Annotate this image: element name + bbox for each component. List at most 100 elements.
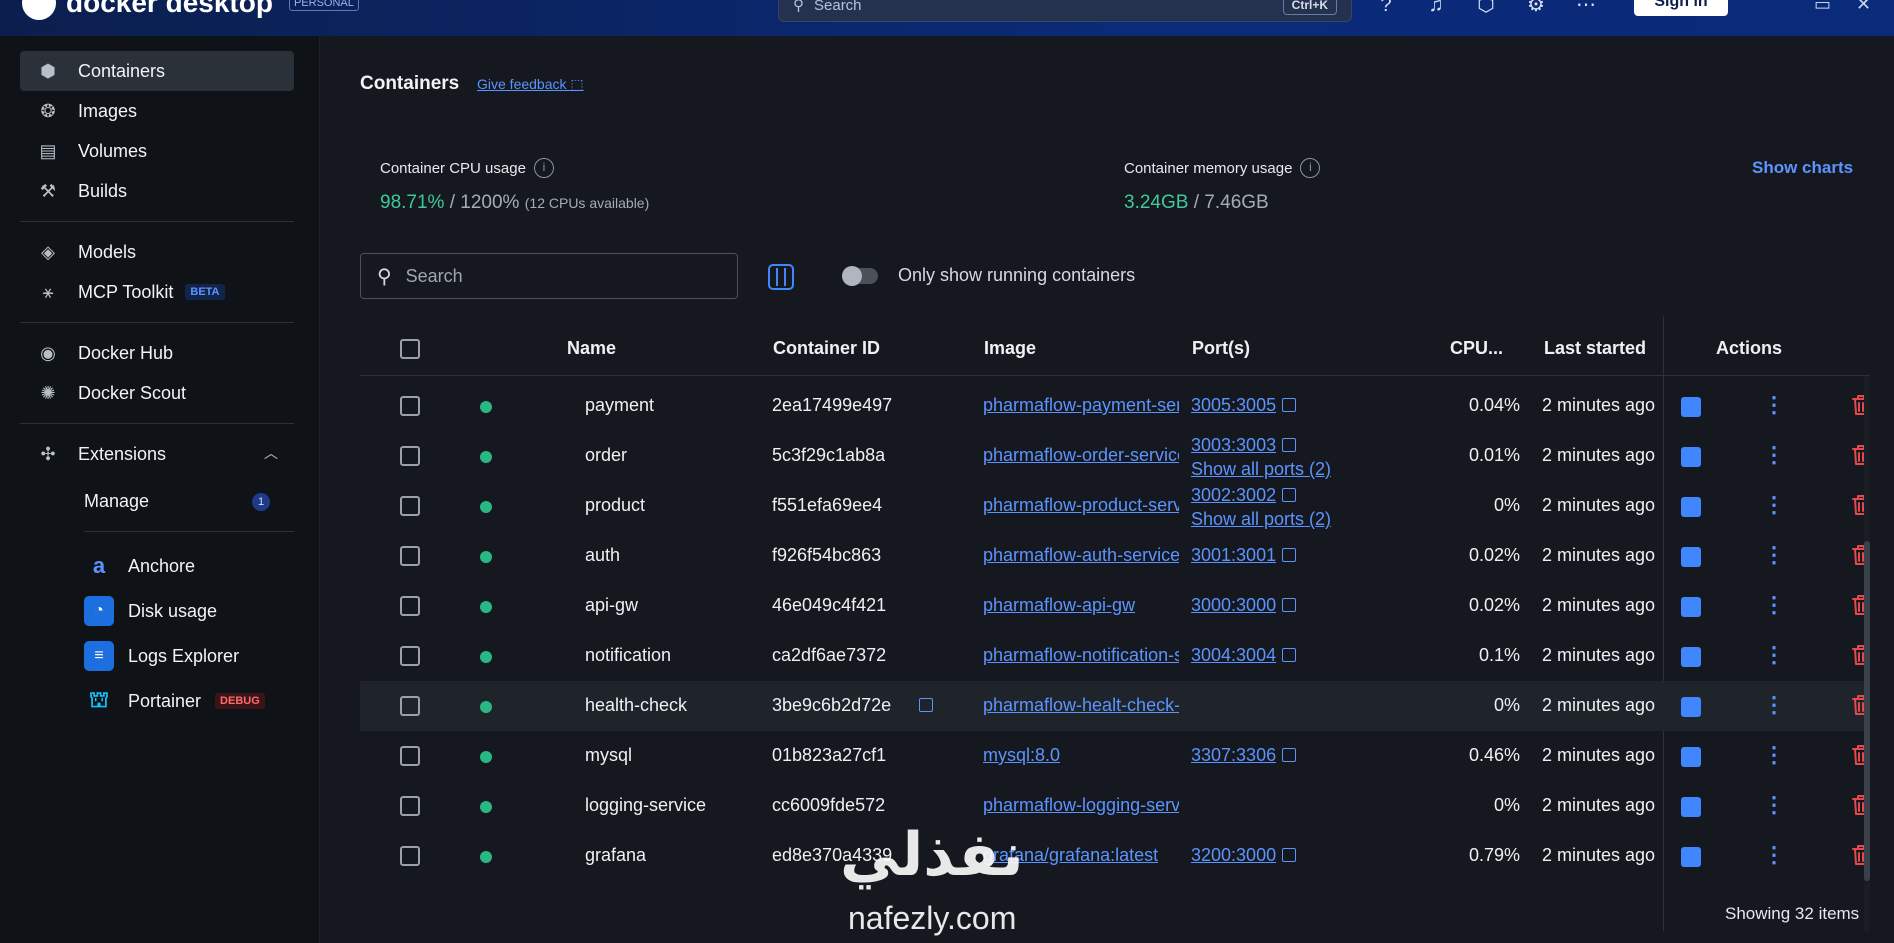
table-row[interactable]: mysql 01b823a27cf1 mysql:8.0 3307:3306 0.46%… [360,731,1870,781]
row-checkbox[interactable] [400,846,420,866]
sidebar-item-builds[interactable]: ⚒ Builds [20,171,294,211]
col-ports[interactable]: Port(s) [1192,338,1250,359]
extension-portainer[interactable]: ⛫ Portainer DEBUG [84,686,265,716]
apps-grid-icon[interactable]: ⋯ [1575,0,1597,16]
sidebar-item-containers[interactable]: ⬢ Containers [20,51,294,91]
more-actions-icon[interactable]: ⋮ [1763,743,1785,767]
container-name[interactable]: mysql [585,745,632,766]
copy-icon[interactable] [919,698,933,712]
chevron-up-icon[interactable]: ︿ [264,443,278,463]
container-name[interactable]: payment [585,395,654,416]
image-link[interactable]: pharmaflow-notification-service [983,645,1179,666]
stop-button[interactable] [1681,397,1701,417]
stop-button[interactable] [1681,847,1701,867]
container-name[interactable]: grafana [585,845,646,866]
port-link[interactable]: 3200:3000 [1191,845,1297,866]
image-link[interactable]: pharmaflow-logging-service [983,795,1179,816]
sidebar-item-images[interactable]: ❂ Images [20,91,294,131]
col-container-id[interactable]: Container ID [773,338,880,359]
row-checkbox[interactable] [400,396,420,416]
table-row[interactable]: notification ca2df6ae7372 pharmaflow-notif… [360,631,1870,681]
more-actions-icon[interactable]: ⋮ [1763,643,1785,667]
running-only-toggle[interactable] [842,266,878,286]
close-icon[interactable]: ✕ [1856,0,1871,15]
container-name[interactable]: logging-service [585,795,706,816]
image-link[interactable]: pharmaflow-healt-check-service [983,695,1179,716]
more-actions-icon[interactable]: ⋮ [1763,493,1785,517]
col-name[interactable]: Name [567,338,616,359]
port-link[interactable]: 3001:3001 [1191,545,1297,566]
sidebar-item-docker-scout[interactable]: ✺ Docker Scout [20,373,294,413]
container-search[interactable]: ⚲ [360,253,738,299]
global-search[interactable]: ⚲ Search Ctrl+K [778,0,1352,22]
container-name[interactable]: product [585,495,645,516]
container-name[interactable]: auth [585,545,620,566]
more-actions-icon[interactable]: ⋮ [1763,593,1785,617]
show-all-ports-link[interactable]: Show all ports (2) [1191,509,1331,530]
port-link[interactable]: 3000:3000 [1191,595,1297,616]
sidebar-item-volumes[interactable]: ▤ Volumes [20,131,294,171]
stop-button[interactable] [1681,497,1701,517]
row-checkbox[interactable] [400,746,420,766]
select-all-checkbox[interactable] [400,339,420,359]
stop-button[interactable] [1681,747,1701,767]
info-icon[interactable]: i [1300,158,1321,178]
image-link[interactable]: mysql:8.0 [983,745,1179,766]
minimize-icon[interactable]: ▭ [1814,0,1831,15]
extensions-manage[interactable]: Manage [84,491,149,512]
columns-toggle-icon[interactable] [768,264,794,290]
more-actions-icon[interactable]: ⋮ [1763,443,1785,467]
more-actions-icon[interactable]: ⋮ [1763,843,1785,867]
scrollbar-thumb[interactable] [1864,541,1870,881]
table-row[interactable]: product f551efa69ee4 pharmaflow-product-se… [360,481,1870,531]
image-link[interactable]: pharmaflow-product-service [983,495,1179,516]
stop-button[interactable] [1681,447,1701,467]
sidebar-item-models[interactable]: ◈ Models [20,232,294,272]
gear-icon[interactable]: ⚙ [1525,0,1547,16]
extension-anchore[interactable]: a Anchore [84,551,195,581]
container-name[interactable]: order [585,445,627,466]
notifications-icon[interactable]: ♫ [1425,0,1447,16]
give-feedback-link[interactable]: Give feedback ⬚ [477,76,584,93]
table-row[interactable]: order 5c3f29c1ab8a pharmaflow-order-servic… [360,431,1870,481]
table-row[interactable]: auth f926f54bc863 pharmaflow-auth-service 3… [360,531,1870,581]
container-name[interactable]: health-check [585,695,687,716]
table-row[interactable]: api-gw 46e049c4f421 pharmaflow-api-gw 3000:… [360,581,1870,631]
port-link[interactable]: 3002:3002 [1191,485,1297,506]
port-link[interactable]: 3307:3306 [1191,745,1297,766]
table-scrollbar[interactable] [1864,376,1870,931]
more-actions-icon[interactable]: ⋮ [1763,793,1785,817]
container-name[interactable]: api-gw [585,595,638,616]
sign-in-button[interactable]: Sign in [1634,0,1728,16]
table-row[interactable]: health-check 3be9c6b2d72e pharmaflow-healt… [360,681,1870,731]
row-checkbox[interactable] [400,796,420,816]
extension-logs-explorer[interactable]: ≡ Logs Explorer [84,641,239,671]
stop-button[interactable] [1681,647,1701,667]
extensions-icon[interactable]: ⬡ [1475,0,1497,16]
show-charts-button[interactable]: Show charts [1752,158,1853,178]
stop-button[interactable] [1681,697,1701,717]
more-actions-icon[interactable]: ⋮ [1763,693,1785,717]
table-row[interactable]: payment 2ea17499e497 pharmaflow-payment-se… [360,381,1870,431]
image-link[interactable]: pharmaflow-api-gw [983,595,1179,616]
container-name[interactable]: notification [585,645,671,666]
row-checkbox[interactable] [400,646,420,666]
col-image[interactable]: Image [984,338,1036,359]
stop-button[interactable] [1681,797,1701,817]
col-last-started[interactable]: Last started [1544,338,1646,359]
sidebar-item-docker-hub[interactable]: ◉ Docker Hub [20,333,294,373]
more-actions-icon[interactable]: ⋮ [1763,543,1785,567]
stop-button[interactable] [1681,597,1701,617]
image-link[interactable]: pharmaflow-payment-service [983,395,1179,416]
col-cpu[interactable]: CPU... [1450,338,1503,359]
sidebar-item-mcp-toolkit[interactable]: ⚹ MCP Toolkit BETA [20,272,294,312]
extension-disk-usage[interactable]: ◔ Disk usage [84,596,217,626]
show-all-ports-link[interactable]: Show all ports (2) [1191,459,1331,480]
search-input[interactable] [405,265,706,287]
row-checkbox[interactable] [400,496,420,516]
image-link[interactable]: pharmaflow-auth-service [983,545,1179,566]
row-checkbox[interactable] [400,596,420,616]
more-actions-icon[interactable]: ⋮ [1763,393,1785,417]
sidebar-item-extensions[interactable]: ✣ Extensions [20,434,294,474]
row-checkbox[interactable] [400,546,420,566]
